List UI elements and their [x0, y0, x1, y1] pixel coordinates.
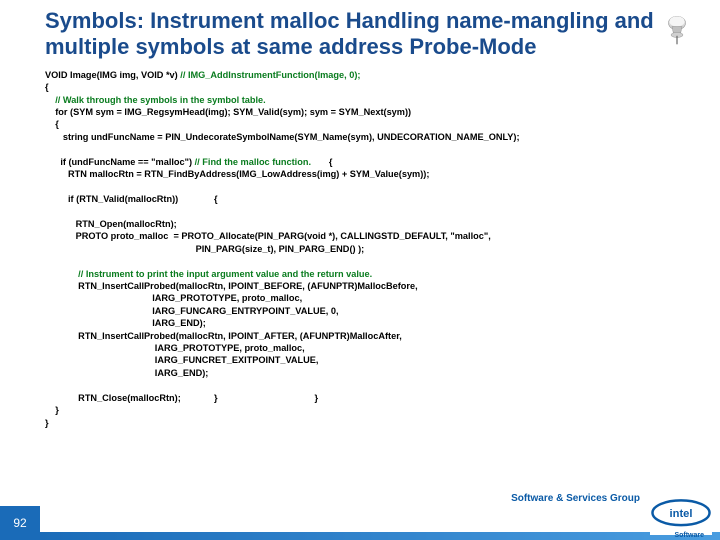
- code-line: {: [45, 119, 59, 129]
- slide-container: Symbols: Instrument malloc Handling name…: [0, 0, 720, 540]
- code-line: RTN_InsertCallProbed(mallocRtn, IPOINT_B…: [45, 281, 418, 291]
- code-line: }: [45, 418, 49, 428]
- code-comment: // Walk through the symbols in the symbo…: [45, 95, 266, 105]
- logo-subtext: Software: [674, 532, 704, 539]
- code-comment: // Find the malloc function.: [195, 157, 311, 167]
- code-line: IARG_END);: [45, 368, 208, 378]
- code-line: if (undFuncName == "malloc"): [45, 157, 195, 167]
- code-line: IARG_END);: [45, 318, 206, 328]
- footer: Software & Services Group 92 intel Softw…: [0, 494, 720, 540]
- page-number: 92: [0, 506, 40, 540]
- code-line: {: [311, 157, 332, 167]
- footer-strip: [40, 532, 720, 540]
- code-line: RTN_Close(mallocRtn); } }: [45, 393, 318, 403]
- code-comment: // IMG_AddInstrumentFunction(Image, 0);: [180, 70, 360, 80]
- code-line: RTN_Open(mallocRtn);: [45, 219, 177, 229]
- code-line: VOID Image(IMG img, VOID *v): [45, 70, 180, 80]
- svg-text:intel: intel: [670, 508, 693, 520]
- code-line: for (SYM sym = IMG_RegsymHead(img); SYM_…: [45, 107, 411, 117]
- code-block: VOID Image(IMG img, VOID *v) // IMG_AddI…: [0, 65, 720, 429]
- intel-logo: intel: [650, 499, 712, 535]
- pushpin-icon: [660, 12, 694, 51]
- code-line: RTN_InsertCallProbed(mallocRtn, IPOINT_A…: [45, 331, 402, 341]
- code-line: IARG_FUNCARG_ENTRYPOINT_VALUE, 0,: [45, 306, 339, 316]
- code-line: PIN_PARG(size_t), PIN_PARG_END() );: [45, 244, 364, 254]
- code-line: IARG_PROTOTYPE, proto_malloc,: [45, 293, 302, 303]
- code-line: RTN mallocRtn = RTN_FindByAddress(IMG_Lo…: [45, 169, 429, 179]
- code-line: IARG_FUNCRET_EXITPOINT_VALUE,: [45, 355, 318, 365]
- slide-title: Symbols: Instrument malloc Handling name…: [0, 0, 720, 65]
- code-line: {: [45, 82, 49, 92]
- code-line: IARG_PROTOTYPE, proto_malloc,: [45, 343, 305, 353]
- code-line: if (RTN_Valid(mallocRtn)) {: [45, 194, 218, 204]
- code-comment: // Instrument to print the input argumen…: [45, 269, 372, 279]
- code-line: string undFuncName = PIN_UndecorateSymbo…: [45, 132, 520, 142]
- footer-group-label: Software & Services Group: [511, 493, 640, 504]
- code-line: PROTO proto_malloc = PROTO_Allocate(PIN_…: [45, 231, 491, 241]
- code-line: }: [45, 405, 59, 415]
